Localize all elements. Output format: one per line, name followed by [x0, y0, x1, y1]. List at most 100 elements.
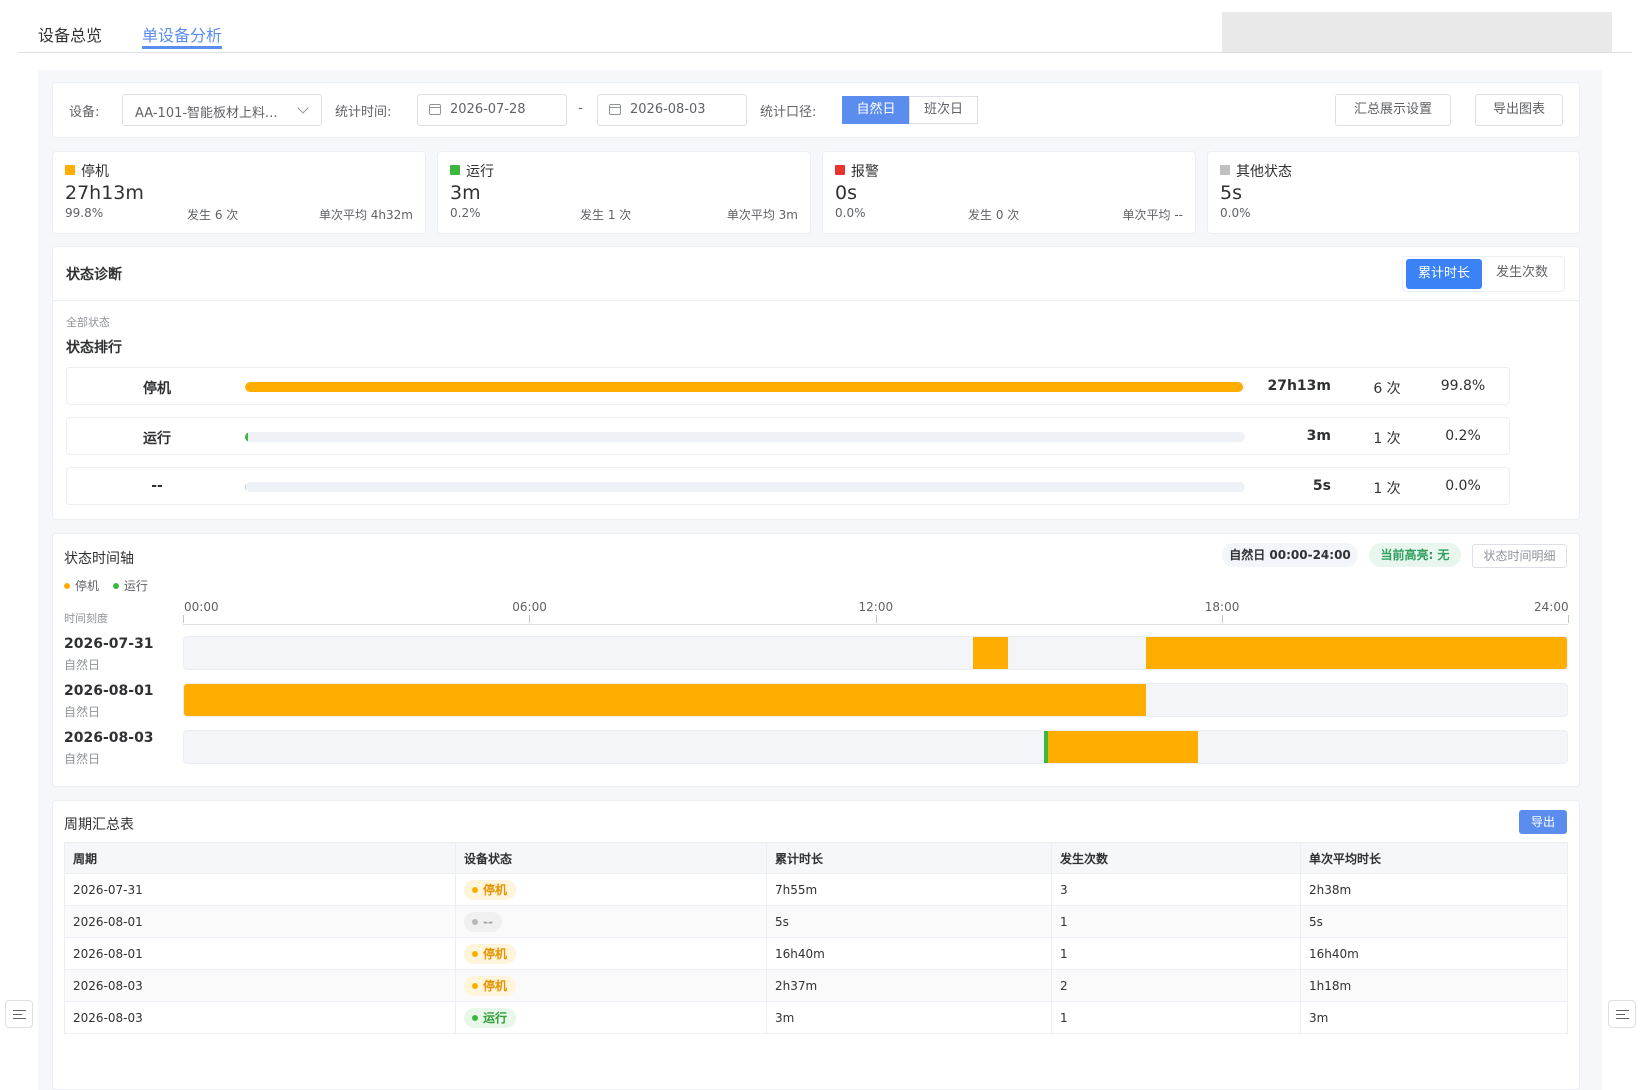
export-chart-button[interactable]: 导出图表 [1475, 94, 1563, 126]
summary-card-average: 单次平均 4h32m [318, 208, 413, 222]
end-date-value: 2026-08-03 [630, 102, 706, 117]
status-tag-label: 停机 [483, 978, 508, 993]
timeline-segment[interactable] [1048, 731, 1199, 763]
cell-total: 16h40m [766, 937, 1052, 970]
ranking-row[interactable]: 运行 3m 1 次 0.2% [66, 417, 1510, 455]
ranking-row[interactable]: 停机 27h13m 6 次 99.8% [66, 367, 1510, 405]
tab-device-overview[interactable]: 设备总览 [38, 22, 102, 46]
cell-average: 1h18m [1300, 969, 1568, 1002]
cell-total: 7h55m [766, 873, 1052, 906]
time-axis-label: 时间刻度 [64, 612, 108, 625]
status-dot [472, 1014, 478, 1021]
ranking-duration: 3m [1306, 428, 1331, 444]
time-tick-mark [1568, 615, 1569, 623]
status-time-detail-button[interactable]: 状态时间明细 [1472, 544, 1567, 568]
column-header-count: 发生次数 [1051, 842, 1301, 874]
summary-card-occurrences: 发生 0 次 [968, 208, 1020, 222]
timeline-day-date: 2026-08-01 [64, 683, 154, 699]
time-tick-label: 06:00 [512, 600, 547, 614]
ranking-bar-fill [245, 382, 1243, 392]
cell-total: 3m [766, 1001, 1052, 1034]
time-tick-label: 00:00 [184, 600, 219, 614]
summary-card-total: 3m [450, 182, 481, 204]
right-panel-toggle-icon[interactable] [1608, 1000, 1636, 1028]
active-tab-indicator [142, 46, 222, 49]
timeline-day-type: 自然日 [64, 705, 101, 719]
time-tick-label: 24:00 [1534, 600, 1569, 614]
status-tag: 停机 [464, 943, 517, 964]
time-axis-line [183, 624, 1568, 625]
column-header-period: 周期 [64, 842, 456, 874]
left-panel-toggle-icon[interactable] [5, 1000, 33, 1028]
summary-card-percent: 0.0% [835, 206, 866, 220]
period-summary-table: 周期 设备状态 累计时长 发生次数 单次平均时长 2026-07-31 停机 7h5… [64, 842, 1568, 1034]
summary-card-occurrences: 发生 6 次 [187, 208, 239, 222]
end-date-picker[interactable]: 2026-08-03 [597, 94, 747, 126]
start-date-value: 2026-07-28 [450, 102, 526, 117]
timeline-lane[interactable] [183, 636, 1568, 670]
cell-average: 2h38m [1300, 873, 1568, 906]
ranking-count: 1 次 [1373, 481, 1401, 497]
timeline-day-type: 自然日 [64, 658, 101, 672]
device-select[interactable]: AA-101-智能板材上料... [122, 94, 322, 126]
summary-card-total: 27h13m [65, 182, 144, 204]
start-date-picker[interactable]: 2026-07-28 [417, 94, 567, 126]
ranking-count: 1 次 [1373, 431, 1401, 447]
cell-period: 2026-07-31 [64, 873, 456, 906]
summary-settings-button[interactable]: 汇总展示设置 [1335, 94, 1451, 126]
timeline-day-date: 2026-07-31 [64, 636, 154, 652]
cell-count: 1 [1051, 937, 1301, 970]
basis-natural-day-button[interactable]: 自然日 [842, 96, 910, 124]
time-tick-mark [183, 615, 184, 623]
basis-label: 统计口径: [760, 105, 817, 120]
toggle-occurrence-count[interactable]: 发生次数 [1484, 259, 1560, 289]
summary-card-name: 运行 [466, 164, 494, 180]
ranking-duration: 5s [1312, 478, 1331, 494]
column-header-average: 单次平均时长 [1300, 842, 1568, 874]
summary-card-total: 0s [835, 182, 857, 204]
table-row[interactable]: 2026-08-01 停机 16h40m 1 16h40m [64, 937, 1568, 970]
time-tick-mark [875, 615, 877, 623]
cell-count: 1 [1051, 905, 1301, 938]
cell-status: 停机 [455, 937, 767, 970]
summary-card-stop: 停机 27h13m 99.8% 发生 6 次 单次平均 4h32m [52, 151, 426, 234]
cell-status: 停机 [455, 969, 767, 1002]
cell-average: 16h40m [1300, 937, 1568, 970]
table-row[interactable]: 2026-08-01 -- 5s 1 5s [64, 905, 1568, 938]
device-label: 设备: [69, 105, 100, 120]
period-table-title: 周期汇总表 [64, 817, 134, 833]
timeline-lane[interactable] [183, 683, 1568, 717]
timeline-segment[interactable] [973, 637, 1009, 669]
cell-period: 2026-08-01 [64, 937, 456, 970]
timeline-segment[interactable] [1146, 637, 1567, 669]
table-row[interactable]: 2026-08-03 运行 3m 1 3m [64, 1001, 1568, 1034]
timeline-day-type: 自然日 [64, 752, 101, 766]
summary-card-run: 运行 3m 0.2% 发生 1 次 单次平均 3m [437, 151, 811, 234]
time-tick-label: 12:00 [858, 600, 894, 614]
summary-card-percent: 0.0% [1220, 206, 1251, 220]
timeline-legend: 停机 运行 [64, 577, 148, 594]
table-row[interactable]: 2026-07-31 停机 7h55m 3 2h38m [64, 873, 1568, 906]
timeline-lane[interactable] [183, 730, 1568, 764]
other-status-swatch [1220, 165, 1230, 175]
ranking-bar-track [245, 482, 1245, 492]
status-tag-label: 运行 [483, 1010, 508, 1025]
timeline-segment[interactable] [184, 684, 1147, 716]
cell-status: 运行 [455, 1001, 767, 1034]
basis-shift-day-button[interactable]: 班次日 [909, 96, 978, 124]
ranking-row[interactable]: -- 5s 1 次 0.0% [66, 467, 1510, 505]
summary-card-name: 停机 [81, 164, 109, 180]
ranking-bar-fill [245, 432, 248, 442]
status-dot [472, 950, 478, 957]
toggle-cumulative-duration[interactable]: 累计时长 [1406, 259, 1482, 289]
calendar-icon [429, 104, 441, 115]
time-tick-mark [1221, 615, 1223, 623]
table-export-button[interactable]: 导出 [1519, 810, 1567, 834]
status-tag-label: 停机 [483, 946, 508, 961]
ranking-bar-fill [245, 482, 246, 492]
table-row[interactable]: 2026-08-03 停机 2h37m 2 1h18m [64, 969, 1568, 1002]
ranking-bar-track [245, 432, 1245, 442]
legend-stop-label: 停机 [75, 579, 100, 593]
tab-single-device-analysis[interactable]: 单设备分析 [142, 22, 222, 46]
cell-average: 3m [1300, 1001, 1568, 1034]
